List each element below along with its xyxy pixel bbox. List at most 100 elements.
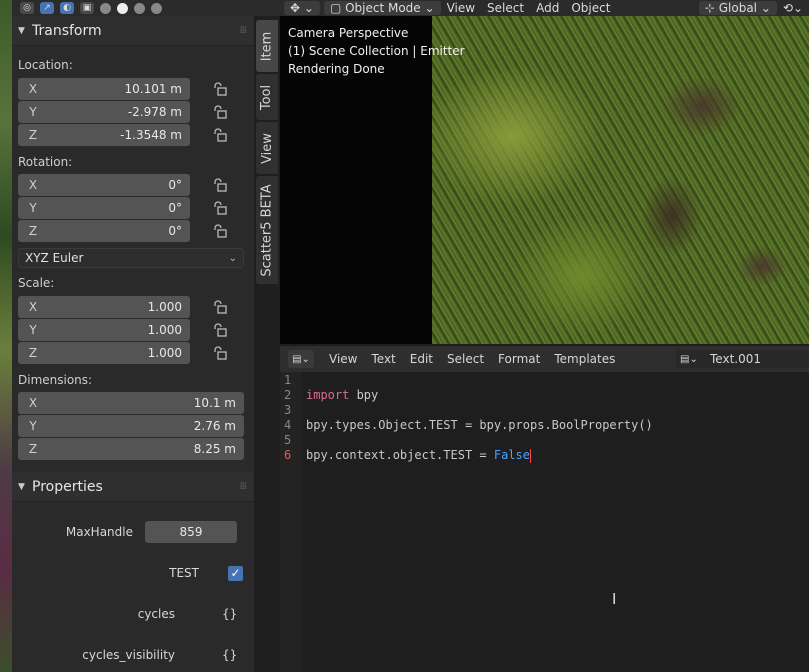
menu-view[interactable]: View bbox=[441, 1, 481, 15]
te-menu-templates[interactable]: Templates bbox=[547, 352, 622, 366]
transform-title: Transform bbox=[32, 22, 102, 39]
te-menu-text[interactable]: Text bbox=[364, 352, 402, 366]
orientation-icon: ⊹ bbox=[704, 1, 719, 15]
location-label: Location: bbox=[18, 58, 73, 72]
cycles-visibility-row: cycles_visibility {} bbox=[12, 642, 254, 668]
dimensions-z-field[interactable]: Z 8.25 m bbox=[18, 438, 244, 460]
menu-select[interactable]: Select bbox=[481, 1, 530, 15]
te-menu-format[interactable]: Format bbox=[491, 352, 547, 366]
lock-icon[interactable] bbox=[212, 323, 228, 337]
menu-object[interactable]: Object bbox=[565, 1, 616, 15]
code-line: bpy.context.object.TEST = False bbox=[306, 448, 531, 463]
xray-icon[interactable]: ▣ bbox=[80, 2, 94, 14]
location-z-field[interactable]: Z -1.3548 m bbox=[18, 124, 190, 146]
viewport-info-line: (1) Scene Collection | Emitter bbox=[288, 44, 465, 58]
text-datablock-icon: ▤⌄ bbox=[680, 353, 698, 365]
sidebar-tabs: Item Tool View Scatter5 BETA bbox=[254, 16, 280, 672]
lock-icon[interactable] bbox=[212, 201, 228, 215]
editor-type-icon[interactable]: ▤⌄ bbox=[288, 350, 314, 368]
test-checkbox[interactable]: ✓ bbox=[228, 565, 243, 581]
line-number: 1 bbox=[284, 373, 292, 387]
tab-item[interactable]: Item bbox=[256, 20, 278, 72]
chevron-down-icon: ⌄ bbox=[420, 1, 435, 15]
viewport-toolbar-left: ◎ ↗ ◐ ▣ bbox=[12, 0, 280, 16]
tab-view[interactable]: View bbox=[256, 122, 278, 174]
mouse-ibeam-cursor-icon: I bbox=[612, 590, 617, 608]
rotation-z-field[interactable]: Z 0° bbox=[18, 220, 190, 242]
chevron-down-icon: ⌄ bbox=[228, 252, 237, 264]
maxhandle-row: MaxHandle 859 bbox=[12, 519, 254, 545]
scale-label: Scale: bbox=[18, 276, 55, 290]
scale-z-field[interactable]: Z 1.000 bbox=[18, 342, 190, 364]
properties-panel-header[interactable]: ▼ Properties ⁞⁞⁞ bbox=[12, 472, 254, 502]
cycles-visibility-label: cycles_visibility bbox=[82, 648, 175, 662]
gizmo-icon[interactable]: ↗ bbox=[40, 2, 54, 14]
lock-icon[interactable] bbox=[212, 128, 228, 142]
location-x-field[interactable]: X 10.101 m bbox=[18, 78, 190, 100]
drag-grip-icon[interactable]: ⁞⁞⁞ bbox=[239, 481, 246, 492]
tab-tool[interactable]: Tool bbox=[256, 74, 278, 120]
maxhandle-field[interactable]: 859 bbox=[145, 521, 237, 543]
code-line: bpy.types.Object.TEST = bpy.props.BoolPr… bbox=[306, 418, 653, 432]
test-row: TEST ✓ bbox=[12, 560, 254, 586]
pivot-icon[interactable]: ⟲⌄ bbox=[777, 1, 809, 15]
viewport-edge bbox=[0, 0, 12, 672]
text-editor-header: ▤⌄ View Text Edit Select Format Template… bbox=[280, 346, 809, 372]
te-menu-select[interactable]: Select bbox=[440, 352, 491, 366]
lock-icon[interactable] bbox=[212, 224, 228, 238]
line-number: 2 bbox=[284, 388, 292, 402]
sidebar-panel: ▼ Transform ⁞⁞⁞ Location: X 10.101 m Y -2.… bbox=[12, 16, 254, 672]
mode-select[interactable]: ▢ Object Mode ⌄ bbox=[323, 1, 441, 15]
menu-add[interactable]: Add bbox=[530, 1, 565, 15]
3d-viewport[interactable]: Camera Perspective (1) Scene Collection … bbox=[280, 16, 809, 344]
line-number: 6 bbox=[284, 448, 292, 462]
text-datablock-select[interactable]: ▤⌄ Text.001 bbox=[676, 350, 809, 368]
material-shading-icon[interactable] bbox=[134, 2, 145, 14]
rotation-mode-select[interactable]: XYZ Euler ⌄ bbox=[18, 248, 244, 268]
line-number-gutter: 1 2 3 4 5 6 bbox=[280, 372, 302, 672]
lock-icon[interactable] bbox=[212, 105, 228, 119]
collapse-triangle-icon[interactable]: ▼ bbox=[18, 26, 32, 36]
orientation-select[interactable]: ⊹ Global ⌄ bbox=[698, 1, 777, 15]
scale-x-field[interactable]: X 1.000 bbox=[18, 296, 190, 318]
line-number: 4 bbox=[284, 418, 292, 432]
solid-shading-icon[interactable] bbox=[117, 2, 128, 14]
cycles-value[interactable]: {} bbox=[222, 607, 237, 621]
viewport-header: ✥ ⌄ ▢ Object Mode ⌄ View Select Add Obje… bbox=[280, 0, 809, 16]
wireframe-shading-icon[interactable] bbox=[100, 2, 111, 14]
editor-type-button[interactable]: ✥ ⌄ bbox=[284, 1, 320, 15]
maxhandle-label: MaxHandle bbox=[65, 525, 133, 539]
properties-title: Properties bbox=[32, 478, 103, 495]
rendered-shading-icon[interactable] bbox=[151, 2, 162, 14]
rotation-label: Rotation: bbox=[18, 155, 73, 169]
object-mode-icon: ▢ bbox=[329, 1, 346, 15]
te-menu-edit[interactable]: Edit bbox=[403, 352, 440, 366]
rendered-grass-area bbox=[432, 16, 809, 344]
line-number: 3 bbox=[284, 403, 292, 417]
tab-scatter5[interactable]: Scatter5 BETA bbox=[256, 176, 278, 284]
cycles-label: cycles bbox=[137, 607, 175, 621]
drag-grip-icon[interactable]: ⁞⁞⁞ bbox=[239, 25, 246, 36]
rotation-x-field[interactable]: X 0° bbox=[18, 174, 190, 196]
collapse-triangle-icon[interactable]: ▼ bbox=[18, 482, 32, 492]
visibility-icon[interactable]: ◎ bbox=[20, 2, 34, 14]
code-line: import bpy bbox=[306, 388, 379, 402]
te-menu-view[interactable]: View bbox=[322, 352, 364, 366]
lock-icon[interactable] bbox=[212, 82, 228, 96]
lock-icon[interactable] bbox=[212, 346, 228, 360]
line-number: 5 bbox=[284, 433, 292, 447]
cycles-visibility-value[interactable]: {} bbox=[222, 648, 237, 662]
dimensions-y-field[interactable]: Y 2.76 m bbox=[18, 415, 244, 437]
transform-panel-header[interactable]: ▼ Transform ⁞⁞⁞ bbox=[12, 16, 254, 46]
text-editor-body[interactable]: 1 2 3 4 5 6 import bpy bpy.types.Object.… bbox=[280, 372, 809, 672]
lock-icon[interactable] bbox=[212, 300, 228, 314]
dimensions-label: Dimensions: bbox=[18, 373, 93, 387]
scale-y-field[interactable]: Y 1.000 bbox=[18, 319, 190, 341]
overlays-icon[interactable]: ◐ bbox=[60, 2, 74, 14]
location-y-field[interactable]: Y -2.978 m bbox=[18, 101, 190, 123]
text-cursor bbox=[529, 448, 531, 463]
lock-icon[interactable] bbox=[212, 178, 228, 192]
viewport-info-line: Rendering Done bbox=[288, 62, 385, 76]
dimensions-x-field[interactable]: X 10.1 m bbox=[18, 392, 244, 414]
rotation-y-field[interactable]: Y 0° bbox=[18, 197, 190, 219]
